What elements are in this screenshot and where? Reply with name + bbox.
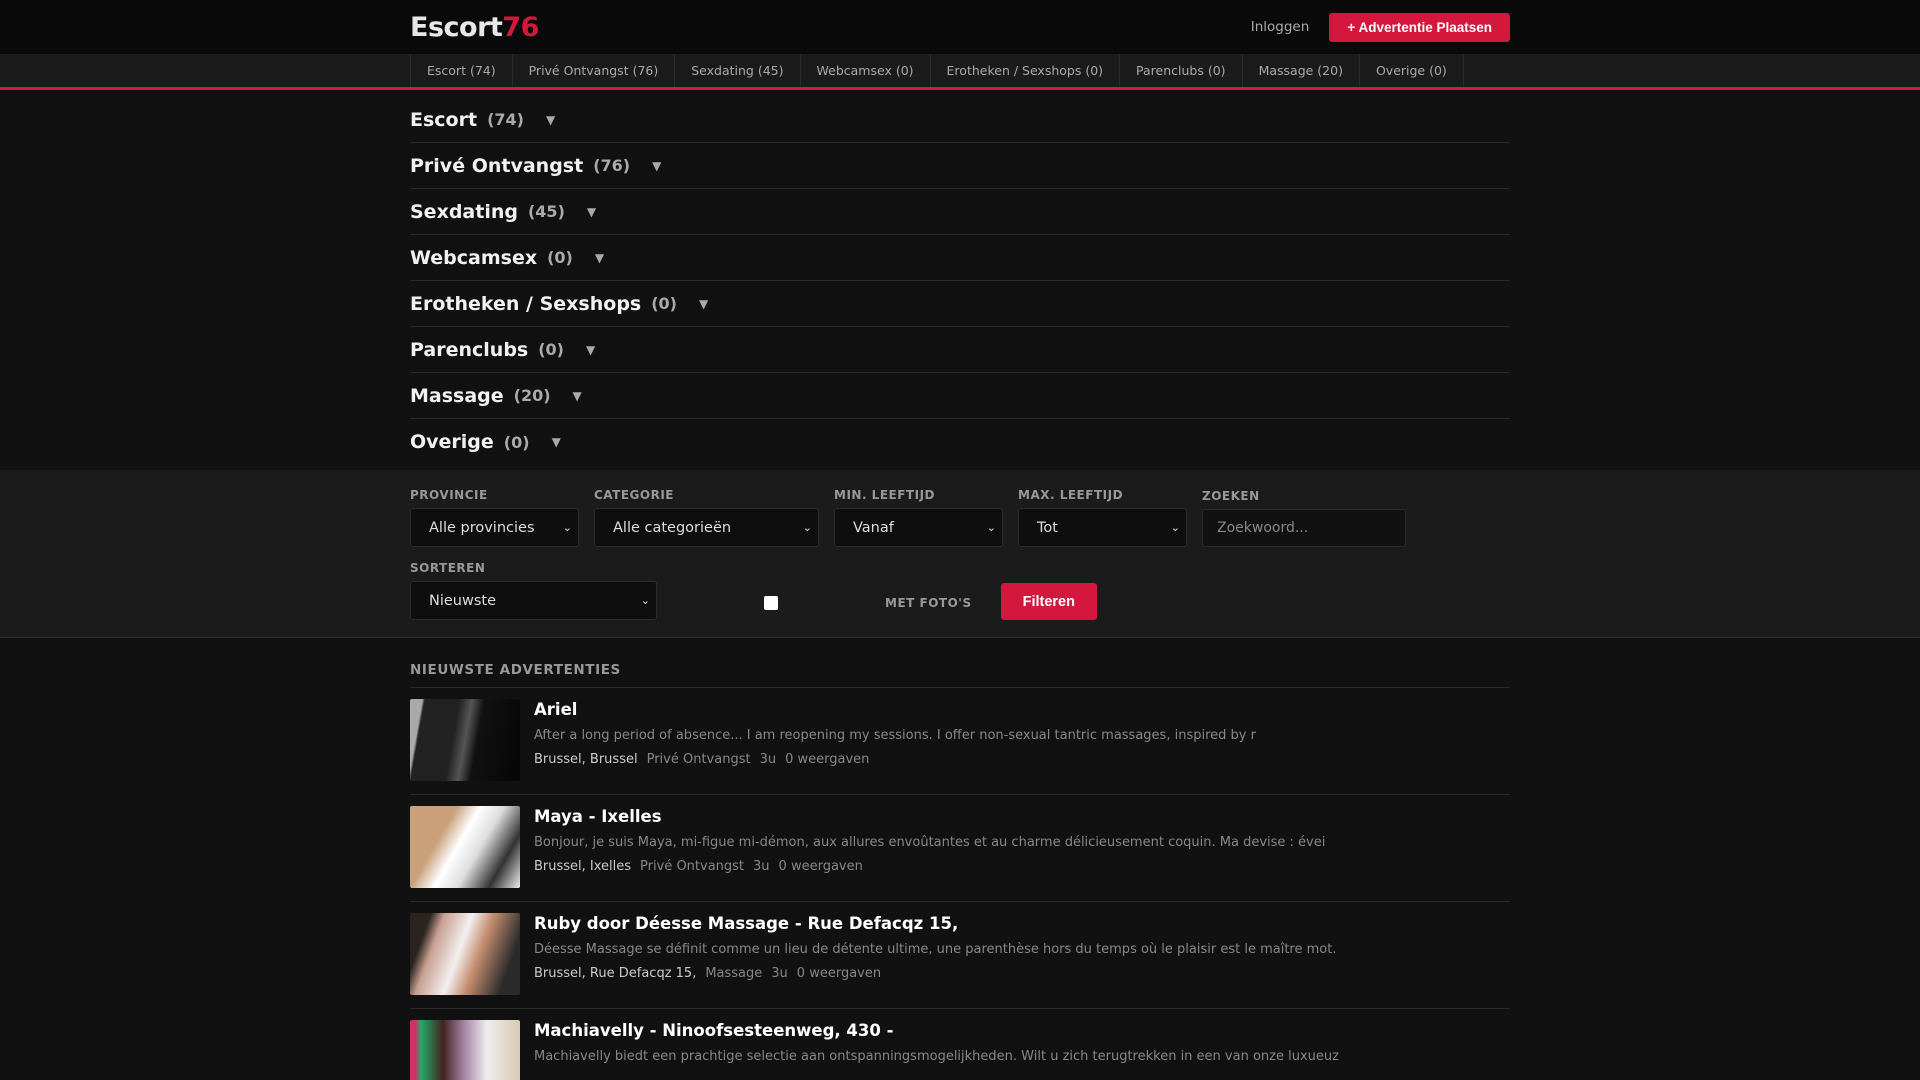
listing-category: Privé Ontvangst [646, 752, 751, 767]
category-row[interactable]: Privé Ontvangst (76) ▼ [410, 143, 1510, 189]
listing-location: Brussel, Rue Defacqz 15, [534, 966, 697, 981]
nav-tab[interactable]: Webcamsex (0) [799, 54, 930, 87]
min-age-label: MIN. LEEFTIJD [834, 488, 935, 502]
categorie-select[interactable]: Alle categorieën ⌄ [594, 508, 819, 547]
triangle-down-icon: ▼ [586, 204, 597, 219]
listing-title[interactable]: Ruby door Déesse Massage - Rue Defacqz 1… [534, 914, 1336, 933]
listing-photo[interactable] [410, 1020, 520, 1080]
nav-tab[interactable]: Escort (74) [410, 54, 512, 87]
sort-label: SORTEREN [410, 561, 486, 575]
listing-item[interactable]: Ruby door Déesse Massage - Rue Defacqz 1… [410, 902, 1510, 1009]
filter-panel: PROVINCIE Alle provincies ⌄ CATEGORIE Alle … [0, 470, 1920, 638]
category-count: (76) [593, 156, 631, 175]
max-age-label: MAX. LEEFTIJD [1018, 488, 1124, 502]
listing-item[interactable]: Maya - Ixelles Bonjour, je suis Maya, mi-… [410, 795, 1510, 902]
category-count: (0) [651, 294, 677, 313]
listing-age: 3u [759, 752, 777, 767]
category-name: Webcamsex [410, 246, 538, 269]
category-count: (0) [547, 248, 573, 267]
triangle-down-icon: ▼ [545, 112, 556, 127]
category-name: Overige [410, 431, 494, 453]
login-link[interactable]: Inloggen [1251, 19, 1310, 35]
category-name: Sexdating [410, 200, 518, 223]
category-name: Privé Ontvangst [410, 154, 584, 177]
sort-select[interactable]: Nieuwste ⌄ [410, 581, 657, 620]
listing-title[interactable]: Ariel [534, 700, 1256, 719]
nav-tab[interactable]: Overige (0) [1358, 54, 1464, 87]
post-ad-button[interactable]: + Advertentie Plaatsen [1329, 12, 1510, 42]
listing-views: 0 weergaven [785, 752, 870, 767]
search-label: ZOEKEN [1202, 489, 1260, 503]
search-input[interactable]: Zoekwoord... [1202, 509, 1406, 547]
category-name: Parenclubs [410, 338, 529, 361]
category-count: (45) [527, 202, 565, 221]
triangle-down-icon: ▼ [586, 342, 596, 357]
category-count: (0) [503, 432, 530, 452]
category-nav: Escort (74) Privé Ontvangst (76) Sexdating… [0, 54, 1920, 90]
triangle-down-icon: ▼ [594, 250, 605, 265]
category-row[interactable]: Sexdating (45) ▼ [410, 189, 1510, 235]
with-photos-label: MET FOTO'S [885, 596, 972, 610]
provincie-label: PROVINCIE [410, 488, 488, 502]
listing-views: 0 weergaven [796, 966, 882, 981]
listing-photo[interactable] [410, 806, 520, 888]
triangle-down-icon: ▼ [699, 296, 709, 311]
listing-views: 0 weergaven [778, 859, 863, 874]
triangle-down-icon: ▼ [652, 158, 662, 173]
category-row[interactable]: Escort (74) ▼ [410, 97, 1510, 143]
nav-tab[interactable]: Sexdating (45) [674, 54, 799, 87]
min-age-select[interactable]: Vanaf ⌄ [834, 508, 1003, 547]
nav-tab[interactable]: Erotheken / Sexshops (0) [929, 54, 1120, 87]
chevron-down-icon: ⌄ [562, 521, 572, 534]
nav-tab[interactable]: Privé Ontvangst (76) [511, 54, 675, 87]
nav-tab[interactable]: Massage (20) [1241, 54, 1359, 87]
listing-title[interactable]: Maya - Ixelles [534, 807, 1325, 826]
category-count: (20) [513, 386, 551, 405]
listing-location: Brussel, Brussel [534, 752, 638, 767]
chevron-down-icon: ⌄ [640, 594, 650, 607]
category-row[interactable]: Overige (0) ▼ [410, 419, 1510, 465]
category-name: Escort [410, 108, 478, 131]
category-row[interactable]: Webcamsex (0) ▼ [410, 235, 1510, 281]
chevron-down-icon: ⌄ [986, 521, 996, 534]
listing-category: Massage [705, 966, 763, 981]
with-photos-checkbox[interactable] [764, 596, 778, 610]
provincie-select[interactable]: Alle provincies ⌄ [410, 508, 579, 547]
category-accordion: Escort (74) ▼ Privé Ontvangst (76) ▼ Sexdating… [410, 90, 1510, 465]
site-logo[interactable]: Escort76 [410, 12, 539, 43]
listing-item[interactable]: Machiavelly - Ninoofsesteenweg, 430 - Mac… [410, 1009, 1510, 1080]
category-count: (74) [487, 110, 524, 129]
category-name: Erotheken / Sexshops [410, 292, 642, 315]
category-row[interactable]: Erotheken / Sexshops (0) ▼ [410, 281, 1510, 327]
site-header: Escort76 Inloggen + Advertentie Plaatsen [0, 0, 1920, 54]
category-count: (0) [538, 340, 564, 359]
listing-description: After a long period of absence... I am r… [534, 728, 1256, 743]
categorie-label: CATEGORIE [594, 488, 674, 502]
listing-description: Bonjour, je suis Maya, mi-figue mi-démon… [534, 835, 1326, 850]
listing-description: Machiavelly biedt een prachtige selectie… [534, 1049, 1339, 1064]
listing-location: Brussel, Ixelles [534, 859, 632, 874]
listing-photo[interactable] [410, 699, 520, 781]
section-title: NIEUWSTE ADVERTENTIES [410, 662, 1510, 688]
listing-title[interactable]: Machiavelly - Ninoofsesteenweg, 430 - [534, 1021, 1339, 1040]
listing-description: Déesse Massage se définit comme un lieu … [534, 942, 1337, 957]
listing-item[interactable]: Ariel After a long period of absence... I… [410, 688, 1510, 795]
chevron-down-icon: ⌄ [802, 521, 812, 534]
listing-photo[interactable] [410, 913, 520, 995]
triangle-down-icon: ▼ [572, 388, 582, 403]
chevron-down-icon: ⌄ [1170, 521, 1180, 534]
listing-age: 3u [771, 966, 788, 981]
listing-age: 3u [753, 859, 770, 874]
max-age-select[interactable]: Tot ⌄ [1018, 508, 1187, 547]
triangle-down-icon: ▼ [551, 435, 561, 449]
category-name: Massage [410, 384, 504, 407]
category-row[interactable]: Massage (20) ▼ [410, 373, 1510, 419]
category-row[interactable]: Parenclubs (0) ▼ [410, 327, 1510, 373]
nav-tab[interactable]: Parenclubs (0) [1119, 54, 1242, 87]
filter-button[interactable]: Filteren [1000, 583, 1097, 620]
listing-category: Privé Ontvangst [640, 859, 745, 874]
